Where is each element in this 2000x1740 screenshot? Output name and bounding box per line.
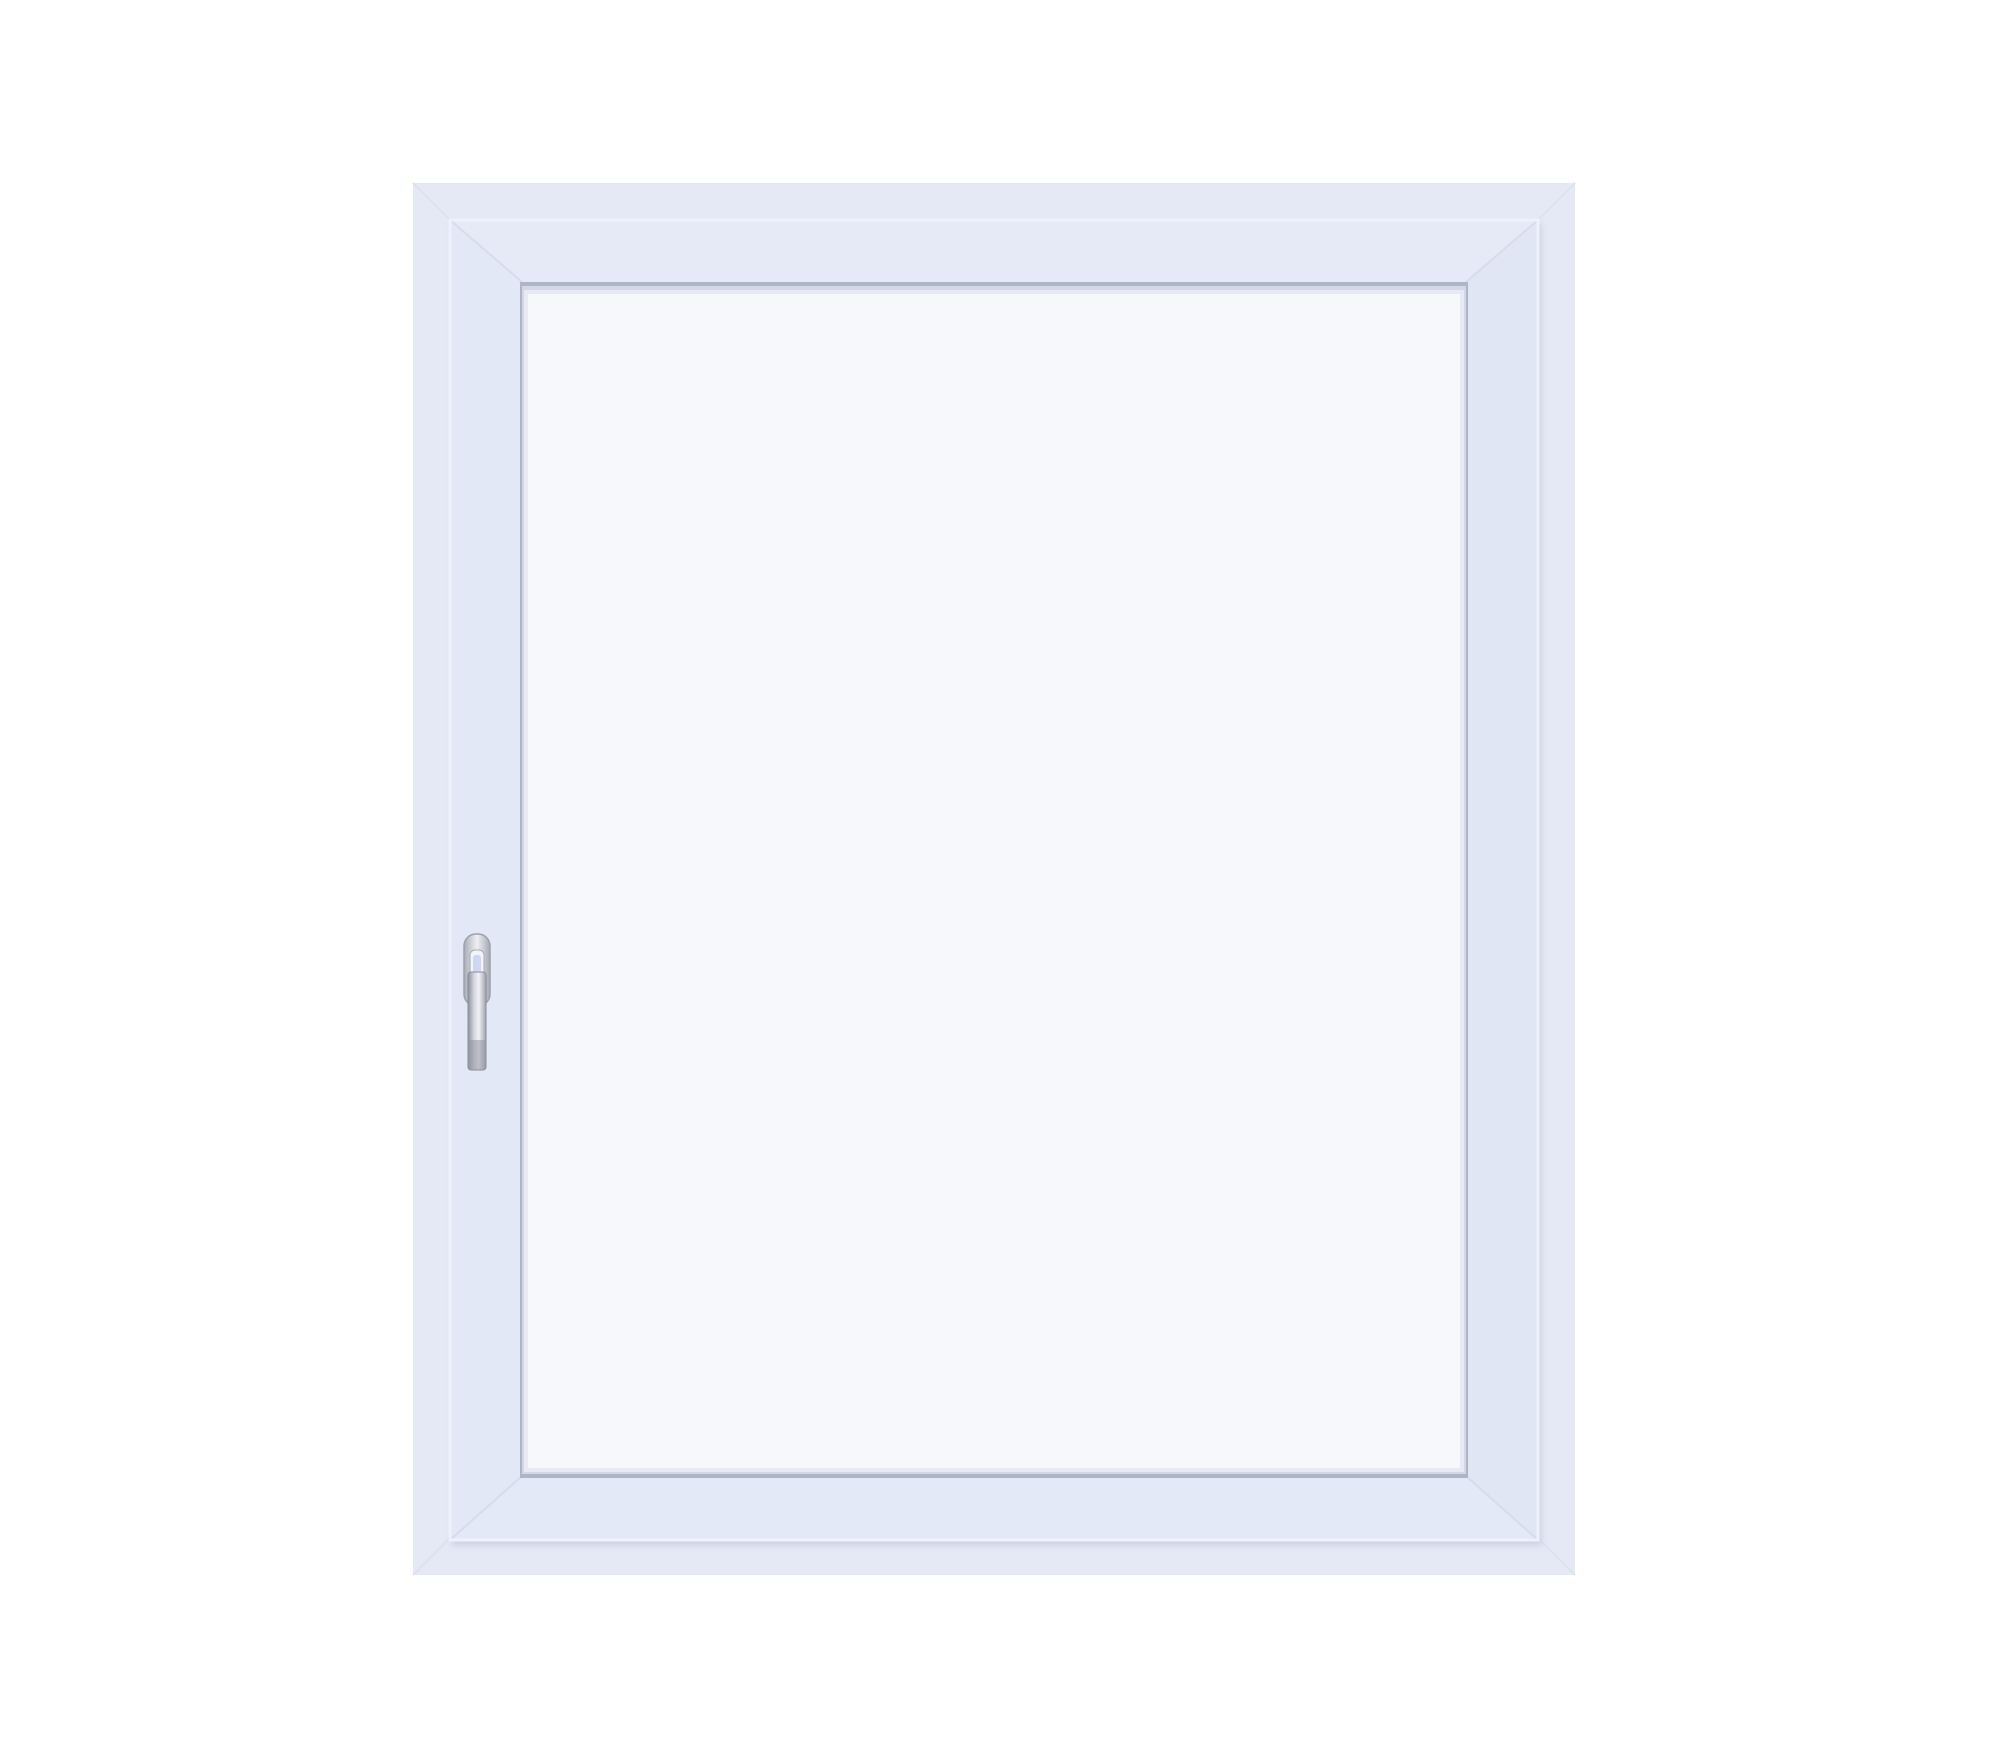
scene [0,0,2000,1740]
glass-pane [526,292,1462,1470]
window-illustration [412,182,1576,1576]
window-handle[interactable] [458,930,494,1070]
